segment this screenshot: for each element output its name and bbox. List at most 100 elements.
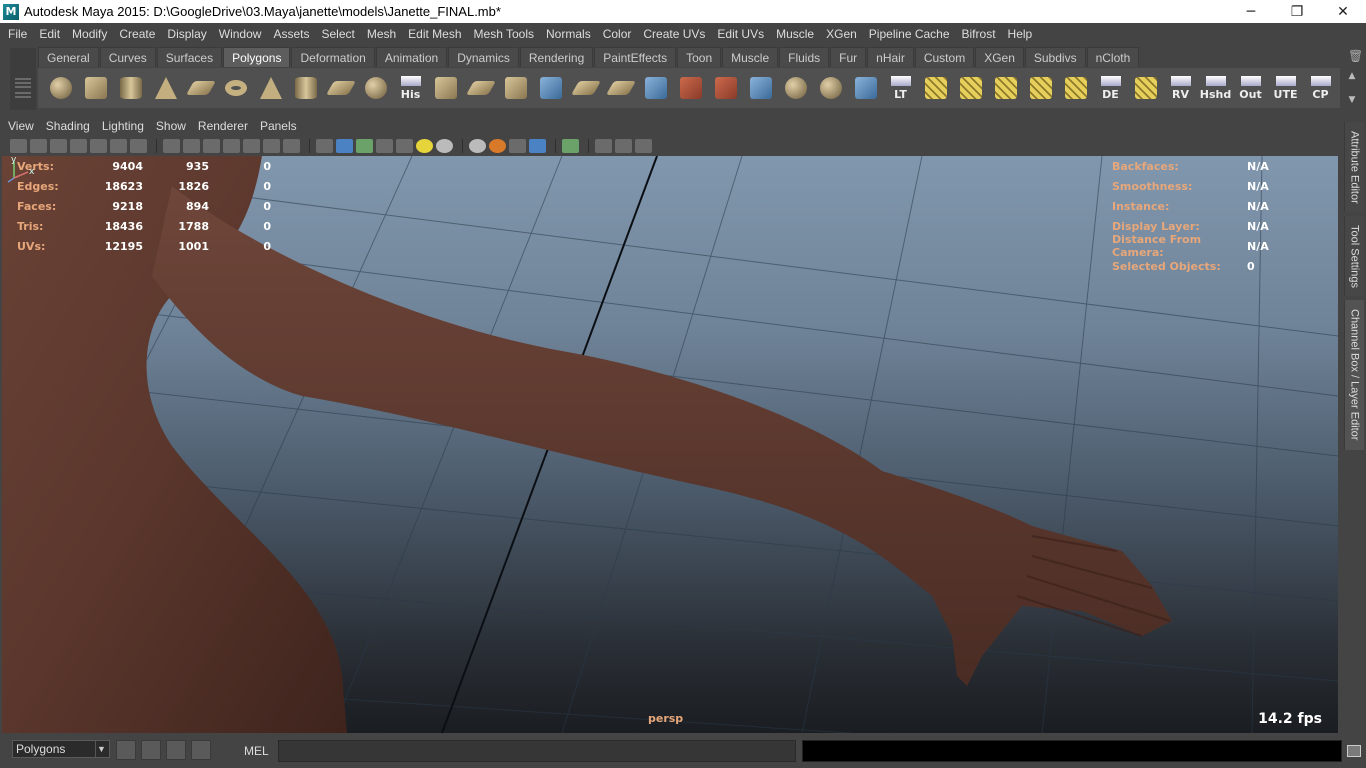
- film-gate-icon[interactable]: [110, 139, 127, 153]
- universal-manipulator-icon[interactable]: [814, 72, 847, 105]
- lt-icon[interactable]: LT: [884, 72, 917, 105]
- depth-of-field-icon[interactable]: [529, 139, 546, 153]
- grid-icon[interactable]: [90, 139, 107, 153]
- anti-aliasing-icon[interactable]: [509, 139, 526, 153]
- menu-select[interactable]: Select: [315, 27, 360, 41]
- lights-icon[interactable]: [416, 139, 433, 153]
- close-button[interactable]: ✕: [1320, 0, 1366, 23]
- panel-menu-show[interactable]: Show: [150, 119, 192, 133]
- menu-window[interactable]: Window: [213, 27, 268, 41]
- menu-edit[interactable]: Edit: [33, 27, 66, 41]
- wireframe-on-shaded-icon[interactable]: [203, 139, 220, 153]
- select-objects-icon[interactable]: [562, 139, 579, 153]
- display-edges-icon[interactable]: DE: [1094, 72, 1127, 105]
- scroll-down-icon[interactable]: ▼: [1349, 95, 1356, 105]
- isolate-select-icon[interactable]: [316, 139, 333, 153]
- shelf-tab-subdivs[interactable]: Subdivs: [1024, 47, 1086, 67]
- shelf-tab-nhair[interactable]: nHair: [867, 47, 914, 67]
- poly-pipe-icon[interactable]: [289, 72, 322, 105]
- textured-icon[interactable]: [223, 139, 240, 153]
- shelf-tab-deformation[interactable]: Deformation: [291, 47, 375, 67]
- ambient-occlusion-icon[interactable]: [469, 139, 486, 153]
- select-shell-icon[interactable]: [1024, 72, 1057, 105]
- poly-pyramid-icon[interactable]: [254, 72, 287, 105]
- wireframe-shaded-toggle-icon[interactable]: [356, 139, 373, 153]
- panel-menu-lighting[interactable]: Lighting: [96, 119, 150, 133]
- shelf-tab-fluids[interactable]: Fluids: [779, 47, 830, 67]
- shelf-tab-toon[interactable]: Toon: [677, 47, 722, 67]
- menu-edit-uvs[interactable]: Edit UVs: [711, 27, 770, 41]
- poly-sphere-icon[interactable]: [44, 72, 77, 105]
- ute-icon[interactable]: UTE: [1269, 72, 1302, 105]
- menu-mesh-tools[interactable]: Mesh Tools: [468, 27, 540, 41]
- split-icon[interactable]: [534, 72, 567, 105]
- script-list-icon[interactable]: [166, 740, 186, 760]
- perspective-viewport[interactable]: Verts: 9404 935 0 Edges: 18623 1826 0 Faces: 9218…: [2, 156, 1338, 733]
- hshd-icon[interactable]: Hshd: [1199, 72, 1232, 105]
- rotate-manipulator-icon[interactable]: [779, 72, 812, 105]
- select-edgeloop-icon[interactable]: [919, 72, 952, 105]
- grid-toggle-icon[interactable]: [1129, 72, 1162, 105]
- select-camera-icon[interactable]: [10, 139, 27, 153]
- layout-icon[interactable]: [191, 740, 211, 760]
- shelf-tab-painteffects[interactable]: PaintEffects: [594, 47, 677, 67]
- shelf-tab-polygons[interactable]: Polygons: [223, 47, 291, 67]
- menu-modify[interactable]: Modify: [66, 27, 113, 41]
- shaded-cube-icon[interactable]: [336, 139, 353, 153]
- tab-attribute-editor[interactable]: Attribute Editor: [1344, 122, 1364, 212]
- default-material-icon[interactable]: [376, 139, 393, 153]
- soccer-ball-icon[interactable]: [359, 72, 392, 105]
- snap-toggle-icon[interactable]: [116, 740, 136, 760]
- smooth-shade-icon[interactable]: [183, 139, 200, 153]
- paint-tool-icon[interactable]: [709, 72, 742, 105]
- menu-file[interactable]: File: [2, 27, 33, 41]
- insert-edgeloop-icon[interactable]: [569, 72, 602, 105]
- tab-channel-box[interactable]: Channel Box / Layer Editor: [1344, 300, 1364, 450]
- shelf-tab-surfaces[interactable]: Surfaces: [156, 47, 223, 67]
- script-editor-icon[interactable]: [1347, 745, 1361, 757]
- share-icon[interactable]: [635, 139, 652, 153]
- tab-tool-settings[interactable]: Tool Settings: [1344, 216, 1364, 296]
- shelf-tab-muscle[interactable]: Muscle: [722, 47, 779, 67]
- minimize-button[interactable]: ─: [1228, 0, 1274, 23]
- poly-cone-icon[interactable]: [149, 72, 182, 105]
- trash-icon[interactable]: 🗑: [1348, 49, 1363, 63]
- shelf-tab-dynamics[interactable]: Dynamics: [448, 47, 519, 67]
- shelf-handle[interactable]: [10, 48, 36, 110]
- wireframe-shading-icon[interactable]: [163, 139, 180, 153]
- menu-pipeline-cache[interactable]: Pipeline Cache: [863, 27, 956, 41]
- history-icon[interactable]: His: [394, 72, 427, 105]
- checker-texture-icon[interactable]: [396, 139, 413, 153]
- shelf-scroll[interactable]: ▲ ▼: [1346, 71, 1358, 105]
- out-icon[interactable]: Out: [1234, 72, 1267, 105]
- shelf-tab-general[interactable]: General: [38, 47, 99, 67]
- shelf-tab-curves[interactable]: Curves: [99, 47, 156, 67]
- shelf-tab-ncloth[interactable]: nCloth: [1086, 47, 1140, 67]
- restore-button[interactable]: ❐: [1274, 0, 1320, 23]
- shelf-tab-xgen[interactable]: XGen: [975, 47, 1024, 67]
- poly-plane-icon[interactable]: [184, 72, 217, 105]
- bridge-icon[interactable]: [464, 72, 497, 105]
- mel-label[interactable]: MEL: [244, 744, 269, 758]
- extrude-icon[interactable]: [429, 72, 462, 105]
- panel-menu-renderer[interactable]: Renderer: [192, 119, 254, 133]
- snap-object-icon[interactable]: [849, 72, 882, 105]
- menu-set-select[interactable]: Polygons ▼: [12, 740, 110, 758]
- xray-joints-icon[interactable]: [263, 139, 280, 153]
- rv-icon[interactable]: RV: [1164, 72, 1197, 105]
- select-uv-icon[interactable]: [1059, 72, 1092, 105]
- chevron-down-icon[interactable]: ▼: [95, 741, 107, 757]
- bevel-icon[interactable]: [499, 72, 532, 105]
- panel-menu-shading[interactable]: Shading: [40, 119, 96, 133]
- shadows-icon[interactable]: [436, 139, 453, 153]
- use-all-lights-icon[interactable]: [283, 139, 300, 153]
- menu-muscle[interactable]: Muscle: [770, 27, 820, 41]
- menu-assets[interactable]: Assets: [267, 27, 315, 41]
- xray-icon[interactable]: [243, 139, 260, 153]
- poly-cylinder-icon[interactable]: [114, 72, 147, 105]
- camera-attributes-icon[interactable]: [30, 139, 47, 153]
- menu-display[interactable]: Display: [161, 27, 212, 41]
- single-view-icon[interactable]: [595, 139, 612, 153]
- menu-help[interactable]: Help: [1002, 27, 1039, 41]
- mel-command-input[interactable]: [278, 740, 796, 762]
